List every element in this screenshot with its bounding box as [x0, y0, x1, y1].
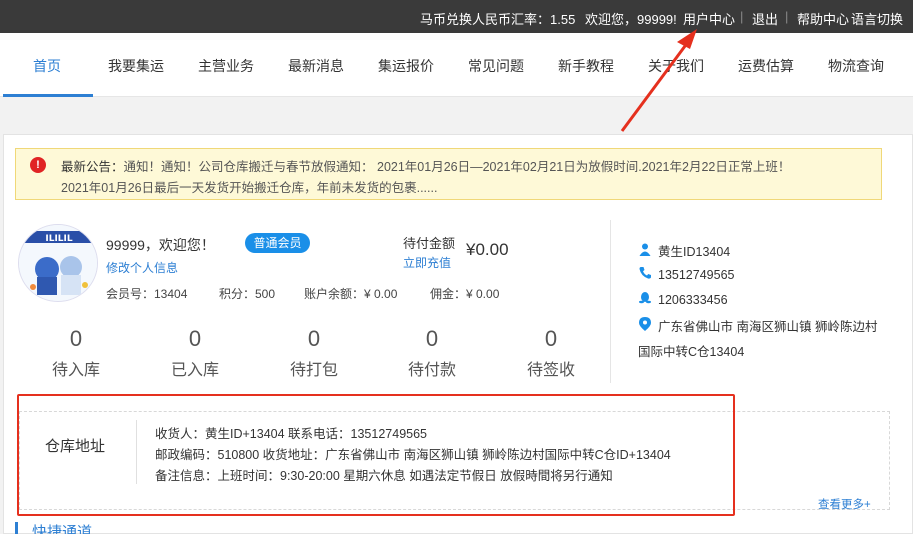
top-bar: 马币兑换人民币汇率：1.55 欢迎您，99999! 用户中心 | 退出 | 帮助… [0, 0, 913, 33]
contact-qq-text: 1206333456 [658, 293, 728, 307]
phone-icon [638, 266, 652, 282]
location-pin-icon [638, 317, 652, 334]
counter-pending-inbound[interactable]: 0 待入库 [26, 326, 126, 380]
announcement-line-2[interactable]: 2021年01月26日最后一天发货开始搬迁仓库，年前未发货的包裹...... [61, 177, 437, 196]
nav-business[interactable]: 主营业务 [198, 56, 254, 76]
nav-faq[interactable]: 常见问题 [468, 56, 524, 76]
nav-ship[interactable]: 我要集运 [108, 56, 164, 76]
help-center-link[interactable]: 帮助中心 [797, 9, 849, 28]
nav-tutorial[interactable]: 新手教程 [558, 56, 614, 76]
qq-icon [638, 291, 652, 307]
contact-name: 黄生ID13404 [638, 241, 730, 260]
avatar-text: ILILIL [45, 234, 73, 244]
person-icon [638, 243, 652, 259]
nav-pricing[interactable]: 集运报价 [378, 56, 434, 76]
announcement-banner: ! 最新公告：通知！通知！公司仓库搬迁与春节放假通知： 2021年01月26日—… [15, 148, 882, 200]
highlight-box [17, 394, 735, 516]
counter-pending-payment[interactable]: 0 待付款 [382, 326, 482, 380]
recharge-link[interactable]: 立即充值 [403, 254, 451, 271]
nav-tracking[interactable]: 物流查询 [828, 56, 884, 76]
user-greeting: 99999，欢迎您！ [106, 237, 215, 253]
contact-name-text: 黄生ID13404 [658, 245, 731, 259]
counter-number: 0 [544, 326, 558, 351]
contact-address-line-1: 广东省佛山市 南海区狮山镇 狮岭陈边村 [658, 320, 878, 334]
counter-label: 待签收 [526, 362, 575, 379]
nav-estimate[interactable]: 运费估算 [738, 56, 794, 76]
counter-label: 待入库 [51, 362, 100, 379]
main-nav: 首页 我要集运 主营业务 最新消息 集运报价 常见问题 新手教程 关于我们 运费… [0, 33, 913, 97]
avatar[interactable]: ILILIL [18, 224, 98, 302]
commission: 佣金：¥ 0.00 [430, 287, 500, 301]
pending-amount-label: 待付金额 [403, 236, 456, 251]
separator: | [740, 9, 744, 24]
contact-phone-text: 13512749565 [658, 268, 735, 282]
counter-inbound[interactable]: 0 已入库 [145, 326, 245, 380]
counter-label: 待付款 [407, 362, 456, 379]
member-number: 会员号：13404 [106, 287, 188, 301]
quick-access-title: 快捷通道 [15, 522, 92, 534]
counter-number: 0 [307, 326, 321, 351]
announcement-text: 通知！通知！公司仓库搬迁与春节放假通知： 2021年01月26日—2021年02… [123, 160, 791, 174]
points: 积分：500 [219, 287, 276, 301]
nav-about[interactable]: 关于我们 [648, 56, 704, 76]
language-switch-link[interactable]: 语言切换 [851, 9, 903, 28]
counter-number: 0 [69, 326, 83, 351]
view-more-link[interactable]: 查看更多+ [818, 496, 871, 512]
avatar-image-icon: ILILIL [19, 225, 97, 301]
separator: | [785, 9, 789, 24]
counter-label: 已入库 [170, 362, 219, 379]
nav-news[interactable]: 最新消息 [288, 56, 344, 76]
nav-active-indicator [3, 94, 93, 97]
section-divider [610, 220, 611, 383]
counter-number: 0 [188, 326, 202, 351]
nav-home[interactable]: 首页 [33, 56, 61, 76]
announcement-line-1[interactable]: 最新公告：通知！通知！公司仓库搬迁与春节放假通知： 2021年01月26日—20… [61, 156, 790, 175]
user-center-link[interactable]: 用户中心 [683, 9, 735, 28]
counter-pending-pack[interactable]: 0 待打包 [264, 326, 364, 380]
edit-profile-link[interactable]: 修改个人信息 [106, 259, 178, 276]
logout-link[interactable]: 退出 [752, 9, 778, 28]
account-balance: 账户余额：¥ 0.00 [304, 287, 398, 301]
contact-qq: 1206333456 [638, 291, 728, 307]
warning-icon: ! [30, 157, 46, 173]
exchange-rate: 马币兑换人民币汇率：1.55 [420, 12, 576, 27]
counter-label: 待打包 [289, 362, 338, 379]
member-level-badge: 普通会员 [245, 233, 310, 253]
welcome-text: 欢迎您，99999! [585, 12, 677, 27]
contact-address: 广东省佛山市 南海区狮山镇 狮岭陈边村 [638, 316, 877, 335]
pending-amount-value: ¥0.00 [466, 240, 509, 259]
announcement-prefix: 最新公告： [61, 160, 124, 174]
counter-pending-receipt[interactable]: 0 待签收 [501, 326, 601, 380]
counter-number: 0 [425, 326, 439, 351]
contact-phone: 13512749565 [638, 266, 734, 282]
contact-address-line-2: 国际中转C仓13404 [638, 345, 745, 359]
